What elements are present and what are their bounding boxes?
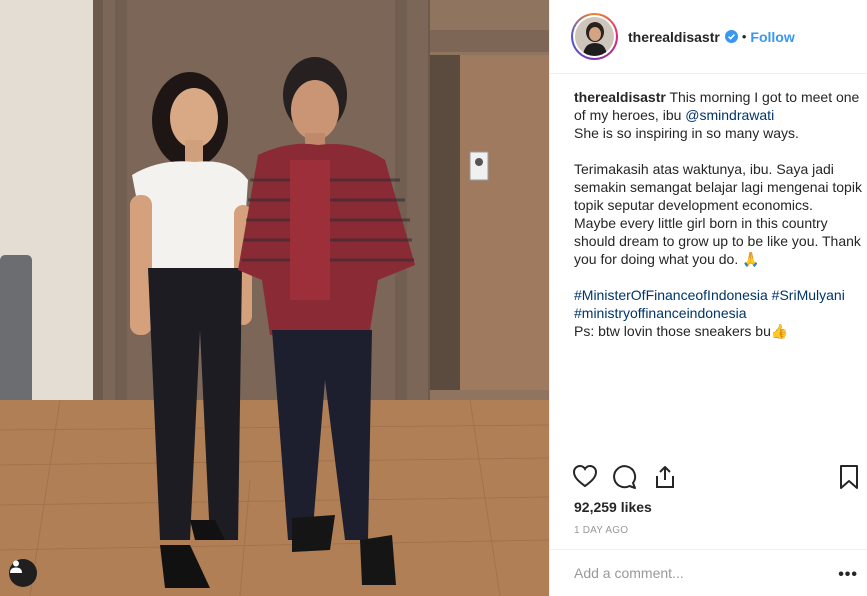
- post-photo[interactable]: [0, 0, 549, 596]
- comment-input[interactable]: [574, 565, 824, 581]
- like-button[interactable]: [572, 464, 598, 493]
- separator-dot: •: [741, 29, 747, 44]
- comment-button[interactable]: [612, 464, 638, 495]
- bookmark-icon: [840, 465, 858, 489]
- post-caption: therealdisastr This morning I got to mee…: [574, 88, 864, 340]
- likes-count[interactable]: 92,259 likes: [574, 499, 652, 515]
- caption-username[interactable]: therealdisastr: [574, 89, 666, 105]
- user-tag-icon: [10, 560, 22, 573]
- caption-ps-line: Ps: btw lovin those sneakers bu👍: [574, 323, 789, 339]
- follow-button[interactable]: Follow: [750, 29, 794, 45]
- share-button[interactable]: [652, 464, 678, 495]
- verified-badge-icon: [724, 30, 738, 43]
- avatar[interactable]: [571, 13, 618, 60]
- tag-user-button[interactable]: [9, 559, 37, 587]
- hashtag-link[interactable]: #SriMulyani: [772, 287, 845, 303]
- hashtag-link[interactable]: #ministryoffinanceindonesia: [574, 305, 747, 321]
- mention-link[interactable]: @smindrawati: [685, 107, 774, 123]
- post-timestamp[interactable]: 1 DAY AGO: [574, 525, 628, 536]
- more-options-button[interactable]: •••: [838, 566, 858, 584]
- hashtag-line: #MinisterOfFinanceofIndonesia #SriMulyan…: [574, 286, 864, 304]
- save-button[interactable]: [838, 464, 860, 495]
- heart-icon: [572, 464, 598, 488]
- caption-line: [574, 268, 864, 286]
- post-header: therealdisastr • Follow: [550, 0, 867, 74]
- header-username[interactable]: therealdisastr: [628, 29, 720, 45]
- post-side-panel: therealdisastr • Follow therealdisastr T…: [549, 0, 867, 596]
- caption-line: She is so inspiring in so many ways.: [574, 125, 799, 141]
- share-icon: [656, 466, 674, 488]
- avatar-image: [575, 17, 614, 56]
- photo-illustration: [0, 0, 549, 596]
- comment-form: •••: [550, 549, 867, 596]
- caption-line: Terimakasih atas waktunya, ibu. Saya jad…: [574, 161, 862, 213]
- post-actions: [562, 464, 862, 492]
- hashtag-link[interactable]: #MinisterOfFinanceofIndonesia: [574, 287, 768, 303]
- caption-line: [574, 142, 864, 160]
- comment-bubble-icon: [613, 465, 637, 489]
- hashtag-line: #ministryoffinanceindonesia: [574, 304, 864, 322]
- caption-first-line: therealdisastr This morning I got to mee…: [574, 88, 864, 124]
- caption-line: Maybe every little girl born in this cou…: [574, 215, 861, 267]
